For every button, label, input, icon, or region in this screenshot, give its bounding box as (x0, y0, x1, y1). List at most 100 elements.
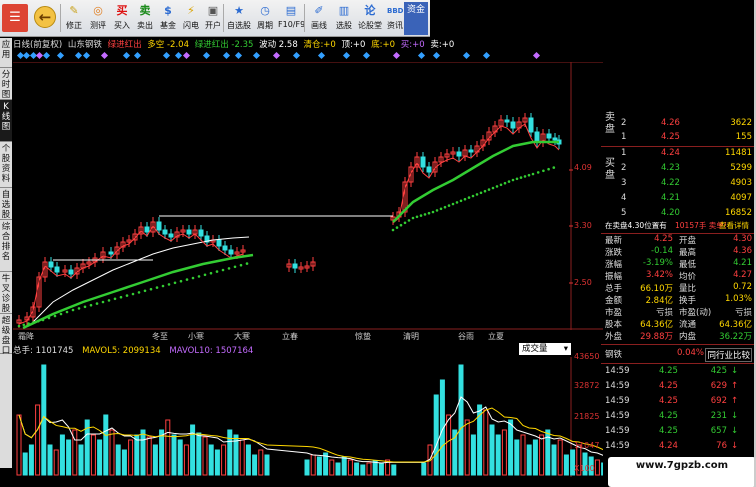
sell-order-row[interactable]: 2 4.26 3622 (601, 118, 754, 131)
toolbar-button-13[interactable]: 论论股堂 (357, 2, 383, 35)
total-volume: 总手: 1101745 (13, 346, 74, 356)
left-tab-4[interactable]: 个股资料 (0, 142, 12, 188)
toolbar-button-11[interactable]: ✐ 画线 (307, 2, 331, 35)
ma-dot (227, 267, 231, 270)
ma-dot (203, 273, 207, 277)
ma-dot (119, 295, 123, 299)
back-button[interactable]: ← (34, 6, 56, 28)
tick-row: 14:59 4.25 629 ↑ (601, 381, 754, 394)
f10-icon: ▤ (285, 4, 297, 17)
ma-dot (547, 167, 550, 171)
toolbar-button-6[interactable]: ⚡ 闪电 (180, 2, 202, 35)
trade-button[interactable]: 资金 (404, 2, 428, 35)
buy-order-row[interactable]: 3 4.22 4903 (601, 178, 754, 191)
evaluate-icon: ◎ (93, 4, 103, 17)
sector-row[interactable]: 钢铁 0.04% 同行业比较 (601, 348, 754, 362)
toolbar-button-2[interactable]: ◎ 测评 (86, 2, 110, 35)
left-tab-1[interactable]: 应用 (0, 38, 12, 68)
signal-marker (162, 51, 171, 60)
candlestick (456, 151, 462, 157)
ma-dot (411, 216, 415, 220)
candlestick (48, 261, 54, 268)
alert-link[interactable]: 查看详情 (719, 220, 749, 231)
quote-label: 最低 (679, 260, 697, 270)
ma-dot (399, 223, 403, 227)
signal-marker (292, 51, 301, 60)
toolbar-button-label: F10/F9 (278, 20, 306, 29)
indicator-value: 买:+0 (400, 40, 425, 50)
ma-dot (149, 287, 153, 291)
order-volume: 155 (735, 132, 752, 142)
quote-label: 量比 (679, 284, 697, 294)
period-label[interactable]: 日线(前复权) (13, 40, 62, 50)
volume-indicator-label: 成交量 (522, 344, 548, 354)
toolbar-button-10[interactable]: ▤ F10/F9 (278, 2, 306, 35)
ma-dot (475, 193, 479, 196)
volume-indicator-select[interactable]: 成交量 ▾ (519, 343, 571, 355)
volume-bar (391, 464, 397, 476)
app-logo: ☰ (2, 4, 28, 32)
candlestick (292, 263, 298, 269)
quote-label: 股本 (605, 320, 623, 330)
signal-marker (122, 51, 131, 60)
toolbar-button-3[interactable]: 买买入 (111, 2, 133, 35)
ma-dot (197, 275, 201, 278)
ma-dot (239, 263, 243, 267)
buy-order-row[interactable]: 2 4.23 5299 (601, 163, 754, 176)
quote-panel: 卖盘 2 4.26 3622 1 4.25 155 买盘 1 4.24 11481 2 4.23 5299… (601, 112, 754, 460)
order-volume: 3622 (730, 118, 752, 128)
tick-volume: 629 (710, 381, 727, 391)
left-tab-6[interactable]: 综合排名 (0, 220, 12, 272)
left-tab-2[interactable]: 分时图 (0, 68, 12, 100)
candlestick (510, 121, 516, 129)
indicator-value: 多空 -2.04 (147, 40, 189, 50)
left-tab-8[interactable]: 超级盘口 (0, 314, 12, 356)
volume-bar (514, 439, 520, 476)
quote-value: 4.21 (733, 258, 752, 268)
signal-marker (100, 51, 109, 60)
left-tab-3[interactable]: K线图 (0, 100, 12, 142)
toolbar-separator (60, 4, 61, 32)
candlestick (468, 149, 474, 153)
buy-order-row[interactable]: 4 4.21 4097 (601, 193, 754, 206)
signal-marker (252, 51, 261, 60)
toolbar-button-label: 闪电 (183, 21, 199, 30)
toolbar-separator (223, 4, 224, 32)
toolbar-button-1[interactable]: ✎ 修正 (63, 2, 85, 35)
candlestick (186, 229, 192, 235)
toolbar-button-9[interactable]: ◷ 周期 (253, 2, 277, 35)
quote-value: 66.10万 (640, 284, 673, 294)
toolbar-button-12[interactable]: ▥ 选股 (332, 2, 356, 35)
toolbar-button-8[interactable]: ★ 自选股 (226, 2, 252, 35)
left-tab-7[interactable]: 牛叉诊股 (0, 272, 12, 314)
price-axis-label: 4.09 (574, 163, 592, 172)
arrow-down-icon: ↓ (731, 366, 739, 376)
volume-axis-label: X100 (574, 464, 595, 473)
toolbar-button-14[interactable]: BBD 资讯 (384, 2, 406, 35)
ma-dot (47, 316, 51, 320)
volume-bar (360, 464, 366, 476)
candlestick-chart[interactable] (13, 62, 603, 330)
volume-bar (366, 462, 372, 476)
quote-value: 2.84亿 (645, 296, 673, 306)
ma-dot (495, 185, 499, 188)
toolbar-button-5[interactable]: $ 基金 (157, 2, 179, 35)
toolbar-button-4[interactable]: 卖卖出 (134, 2, 156, 35)
ma-dot (471, 194, 475, 198)
buy-order-row[interactable]: 1 4.24 11481 (601, 148, 754, 161)
toolbar-button-7[interactable]: ▣ 开户 (203, 2, 223, 35)
volume-chart[interactable] (13, 357, 603, 477)
signal-marker (462, 51, 471, 60)
ma-dot (542, 169, 545, 173)
volume-bar (128, 439, 134, 476)
ma-dot (71, 308, 75, 312)
compare-button[interactable]: 同行业比较 (705, 348, 752, 362)
order-alert[interactable]: 在卖盘4.30位置有 10157手 卖单! 查看详情 (601, 220, 754, 233)
candlestick (504, 119, 510, 123)
signal-marker (532, 51, 541, 60)
left-tab-5[interactable]: 自选股 (0, 188, 12, 220)
signal-marker (342, 51, 351, 60)
quote-value: 亏损 (655, 308, 673, 318)
sell-order-row[interactable]: 1 4.25 155 (601, 132, 754, 145)
tick-volume: 692 (710, 396, 727, 406)
